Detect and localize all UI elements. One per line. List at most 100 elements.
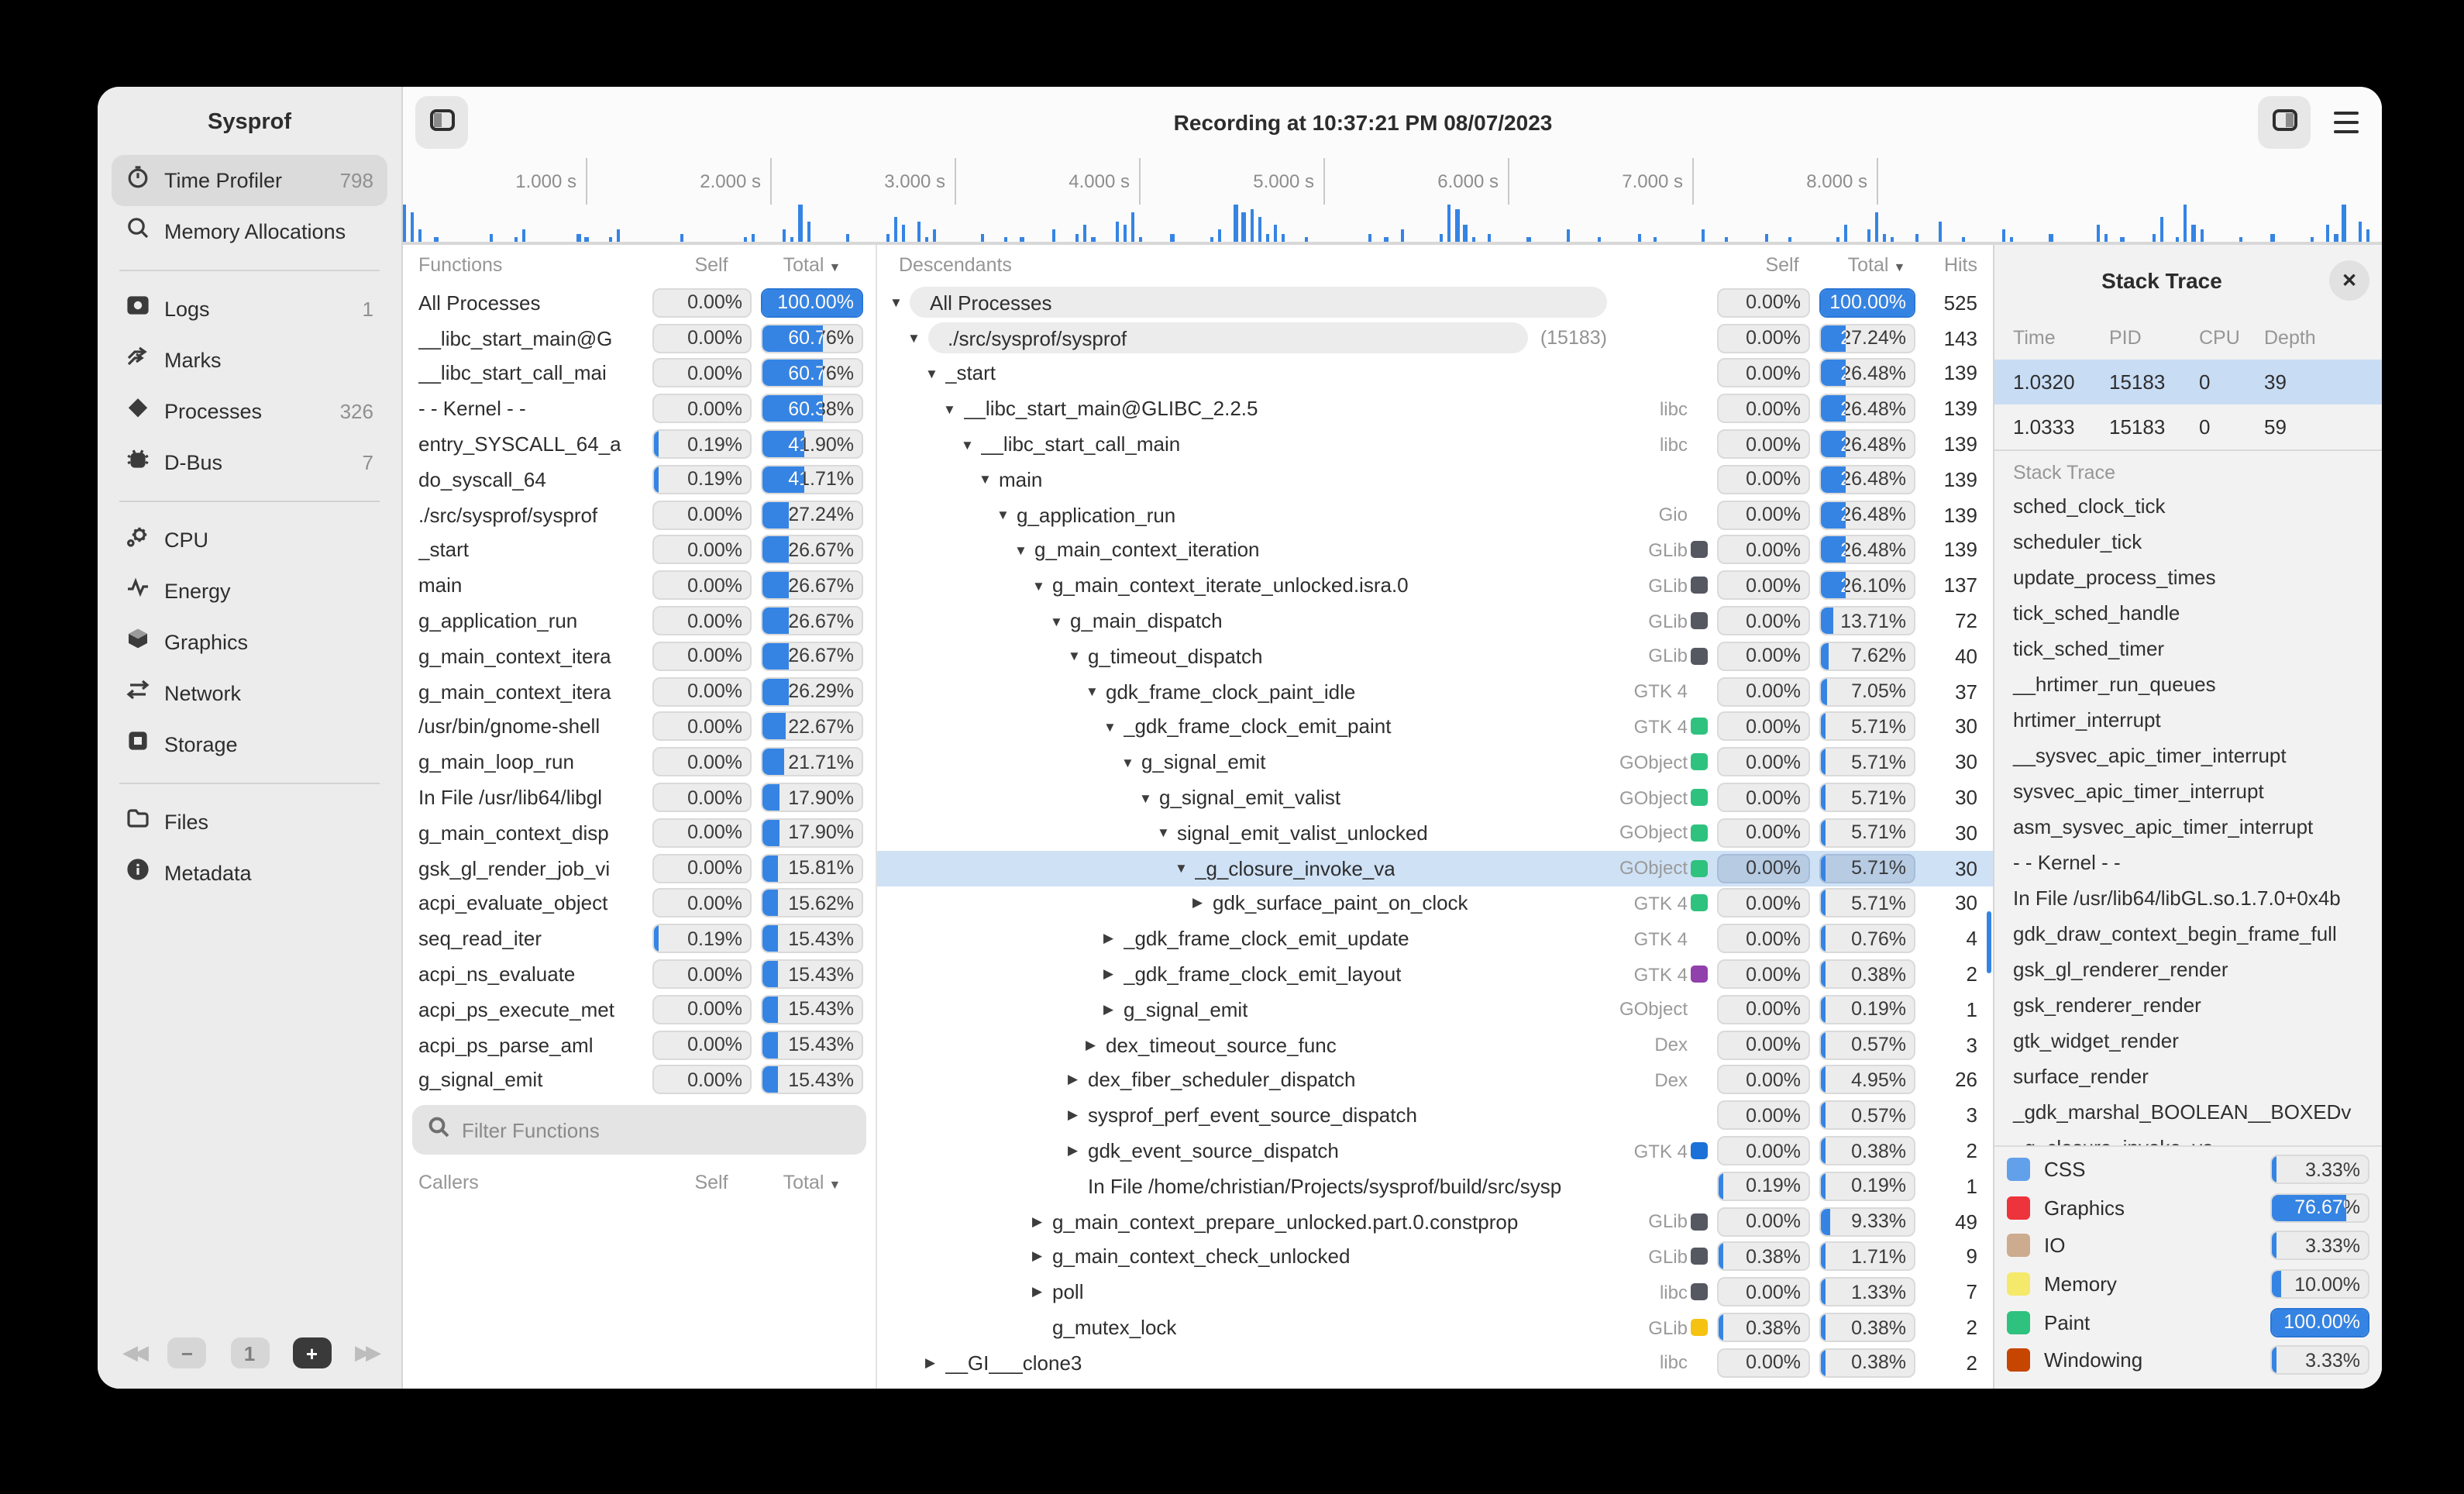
stack-frame[interactable]: __sysvec_apic_timer_interrupt <box>2013 738 2382 773</box>
function-row[interactable]: ./src/sysprof/sysprof0.00%27.24%27.24% <box>403 497 876 533</box>
function-row[interactable]: - - Kernel - -0.00%60.38%60.38% <box>403 391 876 427</box>
expander-closed-icon[interactable]: ▶ <box>1086 1036 1106 1053</box>
descendants-header[interactable]: Descendants <box>899 254 1635 276</box>
stack-frame[interactable]: _g_closure_invoke_va <box>2013 1130 2382 1146</box>
stack-frame[interactable]: In File /usr/lib64/libGL.so.1.7.0+0x4b <box>2013 880 2382 916</box>
expander-closed-icon[interactable]: ▶ <box>1032 1283 1052 1300</box>
descendants-total-header[interactable]: Total▼ <box>1829 254 1925 276</box>
function-row[interactable]: g_application_run0.00%26.67%26.67% <box>403 603 876 639</box>
stack-frame[interactable]: scheduler_tick <box>2013 524 2382 559</box>
expander-open-icon[interactable]: ▼ <box>925 366 945 381</box>
expander-open-icon[interactable]: ▼ <box>890 295 910 311</box>
expander-open-icon[interactable]: ▼ <box>996 507 1017 522</box>
descendant-row[interactable]: ▼g_timeout_dispatchGLib0.00%7.62%7.62%40 <box>877 639 1993 674</box>
function-row[interactable]: main0.00%26.67%26.67% <box>403 568 876 604</box>
sample-column-header[interactable]: PID <box>2109 327 2199 349</box>
expander-open-icon[interactable]: ▼ <box>1014 542 1034 558</box>
descendant-row[interactable]: ▼signal_emit_valist_unlockedGObject0.00%… <box>877 815 1993 851</box>
stack-frame[interactable]: gdk_draw_context_begin_frame_full <box>2013 916 2382 952</box>
descendant-row[interactable]: ▼gdk_frame_clock_paint_idleGTK 40.00%7.0… <box>877 674 1993 710</box>
function-row[interactable]: g_main_context_disp0.00%17.90%17.90% <box>403 815 876 851</box>
descendant-row[interactable]: ▶g_main_context_check_unlockedGLib0.38%0… <box>877 1239 1993 1275</box>
sample-row[interactable]: 1.032015183039 <box>1994 360 2382 404</box>
expander-closed-icon[interactable]: ▶ <box>1068 1142 1088 1159</box>
time-ruler[interactable]: 1.000 s2.000 s3.000 s4.000 s5.000 s6.000… <box>403 158 2382 205</box>
sidebar-item-storage[interactable]: Storage <box>112 719 387 770</box>
zoom-out-button[interactable]: − <box>168 1337 207 1368</box>
function-row[interactable]: /usr/bin/gnome-shell0.00%22.67%22.67% <box>403 709 876 745</box>
close-icon[interactable]: ✕ <box>2329 260 2369 301</box>
function-row[interactable]: acpi_ns_evaluate0.00%15.43%15.43% <box>403 956 876 992</box>
expander-open-icon[interactable]: ▼ <box>1068 649 1088 664</box>
descendants-hits-header[interactable]: Hits <box>1925 254 1977 276</box>
descendant-row[interactable]: ▼g_main_dispatchGLib0.00%13.71%13.71%72 <box>877 603 1993 639</box>
sidebar-item-graphics[interactable]: Graphics <box>112 617 387 668</box>
expander-open-icon[interactable]: ▼ <box>1139 790 1159 805</box>
descendant-row[interactable]: ▼./src/sysprof/sysprof(15183)0.00%27.24%… <box>877 321 1993 356</box>
stack-frame[interactable]: - - Kernel - - <box>2013 845 2382 880</box>
toggle-right-sidebar-button[interactable] <box>2258 96 2311 149</box>
stack-frame[interactable]: sched_clock_tick <box>2013 488 2382 524</box>
cpu-activity-chart[interactable] <box>403 205 2382 245</box>
descendant-row[interactable]: In File /home/christian/Projects/sysprof… <box>877 1169 1993 1204</box>
expander-closed-icon[interactable]: ▶ <box>1103 966 1124 983</box>
sidebar-item-marks[interactable]: Marks <box>112 335 387 386</box>
stack-frame[interactable]: asm_sysvec_apic_timer_interrupt <box>2013 809 2382 845</box>
sidebar-item-network[interactable]: Network <box>112 668 387 719</box>
functions-total-header[interactable]: Total▼ <box>761 254 863 276</box>
expander-open-icon[interactable]: ▼ <box>1103 719 1124 735</box>
stack-frame[interactable]: tick_sched_timer <box>2013 631 2382 666</box>
stack-frame[interactable]: gsk_renderer_render <box>2013 987 2382 1023</box>
descendant-row[interactable]: ▼__libc_start_main@GLIBC_2.2.5libc0.00%2… <box>877 391 1993 427</box>
expander-open-icon[interactable]: ▼ <box>1175 860 1195 876</box>
descendant-row[interactable]: ▼g_application_runGio0.00%26.48%26.48%13… <box>877 497 1993 533</box>
callers-header[interactable]: Callers <box>418 1172 662 1194</box>
sidebar-item-cpu[interactable]: CPU <box>112 515 387 566</box>
filter-functions-input[interactable]: Filter Functions <box>412 1106 866 1155</box>
expander-open-icon[interactable]: ▼ <box>979 472 999 487</box>
descendant-row[interactable]: ▶__GI___clone3libc0.00%0.38%0.38%2 <box>877 1345 1993 1381</box>
hamburger-menu-button[interactable] <box>2323 96 2369 149</box>
vertical-scrollbar-thumb[interactable] <box>1986 911 1991 973</box>
expander-closed-icon[interactable]: ▶ <box>1068 1107 1088 1124</box>
zoom-level-button[interactable]: 1 <box>230 1337 269 1368</box>
function-row[interactable]: g_signal_emit0.00%15.43%15.43% <box>403 1062 876 1098</box>
descendant-row[interactable]: ▶sysprof_perf_event_source_dispatch0.00%… <box>877 1098 1993 1134</box>
function-row[interactable]: In File /usr/lib64/libgl0.00%17.90%17.90… <box>403 780 876 815</box>
stack-frame[interactable]: _gdk_marshal_BOOLEAN__BOXEDv <box>2013 1094 2382 1130</box>
sidebar-item-logs[interactable]: Logs1 <box>112 284 387 335</box>
stack-frame[interactable]: tick_sched_handle <box>2013 595 2382 631</box>
descendant-row[interactable]: ▶_gdk_frame_clock_emit_updateGTK 40.00%0… <box>877 921 1993 957</box>
descendant-row[interactable]: ▼_start0.00%26.48%26.48%139 <box>877 356 1993 391</box>
descendant-row[interactable]: ▼g_signal_emitGObject0.00%5.71%5.71%30 <box>877 745 1993 780</box>
expander-open-icon[interactable]: ▼ <box>961 436 981 452</box>
sidebar-item-energy[interactable]: Energy <box>112 566 387 617</box>
function-row[interactable]: g_main_context_itera0.00%26.67%26.67% <box>403 639 876 674</box>
function-row[interactable]: __libc_start_call_mai0.00%60.76%60.76% <box>403 356 876 391</box>
stack-frame[interactable]: gtk_widget_render <box>2013 1023 2382 1059</box>
descendant-row[interactable]: ▼__libc_start_call_mainlibc0.00%26.48%26… <box>877 426 1993 462</box>
stack-frame[interactable]: update_process_times <box>2013 559 2382 595</box>
expander-closed-icon[interactable]: ▶ <box>1192 895 1213 912</box>
descendant-row[interactable]: ▼_gdk_frame_clock_emit_paintGTK 40.00%5.… <box>877 709 1993 745</box>
descendant-row[interactable]: ▶g_signal_emitGObject0.00%0.19%0.19%1 <box>877 992 1993 1028</box>
descendant-row[interactable]: ▶gdk_surface_paint_on_clockGTK 40.00%5.7… <box>877 886 1993 921</box>
sample-column-header[interactable]: Time <box>2013 327 2109 349</box>
descendant-row[interactable]: ▼All Processes0.00%100.00%100.00%525 <box>877 285 1993 321</box>
function-row[interactable]: __libc_start_main@G0.00%60.76%60.76% <box>403 321 876 356</box>
function-row[interactable]: seq_read_iter0.19%0.19%15.43%15.43% <box>403 921 876 957</box>
expander-closed-icon[interactable]: ▶ <box>1032 1213 1052 1230</box>
callers-total-header[interactable]: Total▼ <box>761 1172 863 1194</box>
expander-open-icon[interactable]: ▼ <box>1032 578 1052 594</box>
callers-self-header[interactable]: Self <box>662 1172 761 1194</box>
function-row[interactable]: entry_SYSCALL_64_a0.19%0.19%41.90%41.90% <box>403 426 876 462</box>
descendant-row[interactable]: ▼main0.00%26.48%26.48%139 <box>877 462 1993 497</box>
expander-closed-icon[interactable]: ▶ <box>1103 930 1124 947</box>
descendant-row[interactable]: ▶_gdk_frame_clock_emit_layoutGTK 40.00%0… <box>877 956 1993 992</box>
function-row[interactable]: _start0.00%26.67%26.67% <box>403 532 876 568</box>
sidebar-item-processes[interactable]: Processes326 <box>112 386 387 437</box>
toggle-left-sidebar-button[interactable] <box>415 96 468 149</box>
function-row[interactable]: acpi_evaluate_object0.00%15.62%15.62% <box>403 886 876 921</box>
sidebar-item-metadata[interactable]: Metadata <box>112 848 387 899</box>
descendant-row[interactable]: ▶g_main_context_prepare_unlocked.part.0.… <box>877 1203 1993 1239</box>
